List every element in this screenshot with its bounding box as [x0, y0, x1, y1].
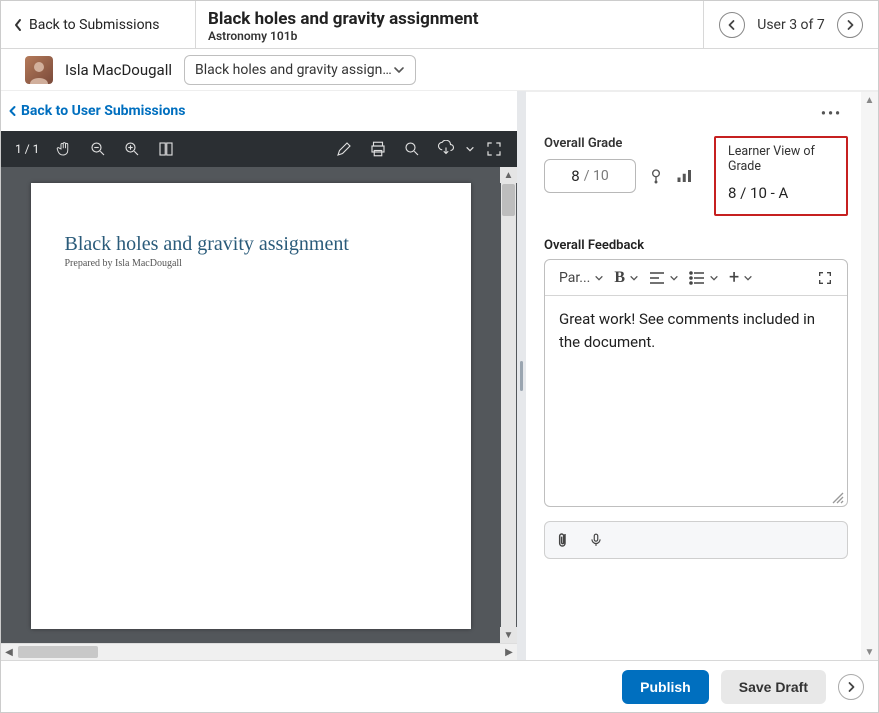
- pan-tool-button[interactable]: [47, 131, 81, 167]
- prev-user-button[interactable]: [719, 12, 745, 38]
- page-header: Back to Submissions Black holes and grav…: [1, 1, 878, 49]
- doc-byline: Prepared by Isla MacDougall: [65, 258, 437, 269]
- viewer-vertical-scrollbar[interactable]: ▲ ▼: [500, 167, 517, 643]
- assignment-title: Black holes and gravity assignment: [208, 10, 691, 29]
- user-nav: User 3 of 7: [703, 1, 878, 48]
- learner-view-value: 8 / 10 - A: [728, 184, 834, 202]
- grade-suggestion-button[interactable]: [648, 168, 664, 184]
- main-split: Back to User Submissions 1 / 1: [1, 91, 878, 660]
- user-row: Isla MacDougall Black holes and gravity …: [1, 49, 878, 91]
- back-to-user-submissions-link[interactable]: Back to User Submissions: [7, 103, 511, 119]
- grade-row: Overall Grade 8 / 10: [544, 136, 848, 216]
- overall-grade-label: Overall Grade: [544, 136, 694, 151]
- next-action-button[interactable]: [838, 674, 864, 700]
- format-dropdown[interactable]: Par...: [553, 264, 606, 292]
- bold-button[interactable]: B: [608, 264, 641, 292]
- left-pane: Back to User Submissions 1 / 1: [1, 91, 517, 660]
- next-user-button[interactable]: [837, 12, 863, 38]
- assignment-dropdown-label: Black holes and gravity assign...: [195, 62, 393, 78]
- attachment-bar: [544, 521, 848, 559]
- insert-button[interactable]: +: [723, 264, 755, 292]
- save-draft-button[interactable]: Save Draft: [721, 670, 826, 704]
- fullscreen-button[interactable]: [477, 131, 511, 167]
- chevron-down-icon: [594, 273, 604, 283]
- right-vertical-scrollbar[interactable]: ▲ ▼: [861, 92, 878, 660]
- align-button[interactable]: [643, 264, 681, 292]
- editor-fullscreen-button[interactable]: [811, 264, 839, 292]
- overall-feedback-label: Overall Feedback: [544, 238, 848, 253]
- format-dropdown-label: Par...: [559, 270, 590, 286]
- resize-handle-icon[interactable]: [830, 490, 847, 506]
- download-menu-button[interactable]: [463, 131, 477, 167]
- more-actions-button[interactable]: •••: [815, 102, 848, 126]
- publish-button[interactable]: Publish: [622, 670, 709, 704]
- user-name: Isla MacDougall: [65, 61, 172, 79]
- grade-max: / 10: [584, 168, 609, 184]
- search-button[interactable]: [395, 131, 429, 167]
- footer: Publish Save Draft: [1, 660, 878, 712]
- chevron-left-icon: [7, 105, 19, 117]
- document-viewer: 1 / 1: [1, 131, 517, 643]
- chevron-down-icon: [629, 273, 639, 283]
- editor-toolbar: Par... B: [545, 260, 847, 296]
- attach-file-button[interactable]: [557, 531, 573, 549]
- page-indicator: 1 / 1: [7, 142, 47, 156]
- back-to-user-submissions: Back to User Submissions: [1, 91, 517, 131]
- list-button[interactable]: [683, 264, 721, 292]
- viewer-body: Black holes and gravity assignment Prepa…: [1, 167, 517, 643]
- back-to-submissions-link[interactable]: Back to Submissions: [1, 1, 196, 48]
- feedback-textarea[interactable]: Great work! See comments included in the…: [545, 296, 847, 490]
- print-button[interactable]: [361, 131, 395, 167]
- chevron-down-icon: [669, 273, 679, 283]
- zoom-out-button[interactable]: [81, 131, 115, 167]
- record-audio-button[interactable]: [589, 531, 603, 549]
- header-title-block: Black holes and gravity assignment Astro…: [196, 1, 703, 48]
- download-button[interactable]: [429, 131, 463, 167]
- annotate-button[interactable]: [327, 131, 361, 167]
- chevron-left-icon: [13, 18, 23, 32]
- avatar: [25, 56, 53, 84]
- grade-score: 8: [571, 167, 579, 185]
- grade-stats-button[interactable]: [676, 168, 694, 184]
- course-code: Astronomy 101b: [208, 29, 691, 43]
- learner-view-box: Learner View of Grade 8 / 10 - A: [714, 136, 848, 216]
- zoom-in-button[interactable]: [115, 131, 149, 167]
- document-canvas[interactable]: Black holes and gravity assignment Prepa…: [1, 167, 500, 643]
- left-horizontal-scrollbar[interactable]: ◀ ▶: [1, 643, 517, 660]
- chevron-down-icon: [709, 273, 719, 283]
- chevron-down-icon: [393, 64, 405, 76]
- grading-pane: ••• Overall Grade 8 / 10: [526, 91, 878, 660]
- assignment-dropdown[interactable]: Black holes and gravity assign...: [184, 55, 416, 85]
- back-link-label: Back to User Submissions: [21, 103, 185, 119]
- pane-splitter[interactable]: [517, 91, 526, 660]
- document-page: Black holes and gravity assignment Prepa…: [31, 183, 471, 629]
- doc-title: Black holes and gravity assignment: [65, 233, 437, 256]
- back-label: Back to Submissions: [29, 17, 160, 33]
- overall-grade-input[interactable]: 8 / 10: [544, 159, 636, 193]
- app-root: Back to Submissions Black holes and grav…: [0, 0, 879, 713]
- feedback-editor: Par... B: [544, 259, 848, 507]
- chevron-down-icon: [743, 273, 753, 283]
- viewer-toolbar: 1 / 1: [1, 131, 517, 167]
- user-count-label: User 3 of 7: [757, 17, 824, 33]
- learner-view-label: Learner View of Grade: [728, 144, 834, 174]
- page-layout-button[interactable]: [149, 131, 183, 167]
